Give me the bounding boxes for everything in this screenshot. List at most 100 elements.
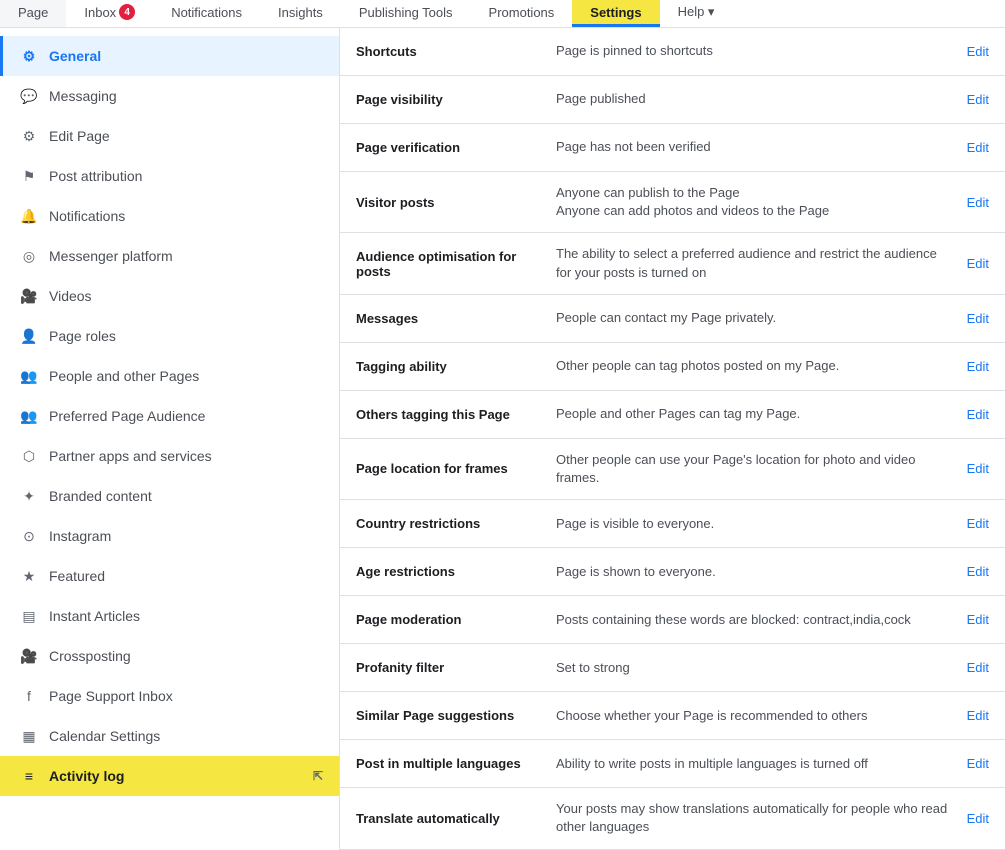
nav-page[interactable]: Page (0, 0, 66, 27)
settings-value-country-restrictions: Page is visible to everyone. (556, 515, 951, 533)
settings-row-translate-automatically: Translate automatically Your posts may s… (340, 788, 1005, 849)
settings-edit-visitor-posts[interactable]: Edit (951, 195, 989, 210)
settings-label-translate-automatically: Translate automatically (356, 811, 556, 826)
sidebar-label-page-support-inbox: Page Support Inbox (49, 688, 173, 704)
sidebar-icon-page-roles: 👤 (19, 326, 39, 346)
settings-label-similar-page-suggestions: Similar Page suggestions (356, 708, 556, 723)
sidebar-item-messaging[interactable]: 💬 Messaging (0, 76, 339, 116)
settings-row-page-visibility: Page visibility Page published Edit (340, 76, 1005, 124)
nav-publishing-tools[interactable]: Publishing Tools (341, 0, 471, 27)
sidebar-item-notifications[interactable]: 🔔 Notifications (0, 196, 339, 236)
nav-inbox[interactable]: Inbox 4 (66, 0, 153, 27)
sidebar-icon-post-attribution: ⚑ (19, 166, 39, 186)
settings-label-page-moderation: Page moderation (356, 612, 556, 627)
sidebar-item-instant-articles[interactable]: ▤ Instant Articles (0, 596, 339, 636)
settings-label-page-verification: Page verification (356, 140, 556, 155)
nav-promotions[interactable]: Promotions (471, 0, 573, 27)
sidebar-label-general: General (49, 48, 101, 64)
settings-edit-page-location-frames[interactable]: Edit (951, 461, 989, 476)
sidebar-item-page-support-inbox[interactable]: f Page Support Inbox (0, 676, 339, 716)
sidebar-icon-calendar-settings: ▦ (19, 726, 39, 746)
sidebar-item-crossposting[interactable]: 🎥 Crossposting (0, 636, 339, 676)
sidebar-item-page-roles[interactable]: 👤 Page roles (0, 316, 339, 356)
sidebar-item-activity-log[interactable]: ≡ Activity log ⇱ (0, 756, 339, 796)
sidebar-item-calendar-settings[interactable]: ▦ Calendar Settings (0, 716, 339, 756)
settings-label-page-visibility: Page visibility (356, 92, 556, 107)
settings-row-page-verification: Page verification Page has not been veri… (340, 124, 1005, 172)
sidebar-icon-page-support-inbox: f (19, 686, 39, 706)
settings-label-others-tagging: Others tagging this Page (356, 407, 556, 422)
sidebar-item-edit-page[interactable]: ⚙ Edit Page (0, 116, 339, 156)
sidebar-item-people-other-pages[interactable]: 👥 People and other Pages (0, 356, 339, 396)
sidebar-item-branded-content[interactable]: ✦ Branded content (0, 476, 339, 516)
settings-edit-similar-page-suggestions[interactable]: Edit (951, 708, 989, 723)
sidebar-item-partner-apps[interactable]: ⬡ Partner apps and services (0, 436, 339, 476)
nav-settings[interactable]: Settings (572, 0, 659, 27)
settings-content: Shortcuts Page is pinned to shortcuts Ed… (340, 28, 1005, 850)
settings-label-messages: Messages (356, 311, 556, 326)
settings-edit-post-multiple-languages[interactable]: Edit (951, 756, 989, 771)
sidebar-label-instagram: Instagram (49, 528, 111, 544)
sidebar-icon-general: ⚙ (19, 46, 39, 66)
sidebar-item-instagram[interactable]: ⊙ Instagram (0, 516, 339, 556)
sidebar-item-messenger-platform[interactable]: ◎ Messenger platform (0, 236, 339, 276)
settings-value-visitor-posts: Anyone can publish to the PageAnyone can… (556, 184, 951, 220)
settings-row-similar-page-suggestions: Similar Page suggestions Choose whether … (340, 692, 1005, 740)
settings-label-post-multiple-languages: Post in multiple languages (356, 756, 556, 771)
main-container: ⚙ General 💬 Messaging ⚙ Edit Page ⚑ Post… (0, 28, 1005, 850)
inbox-badge: 4 (119, 4, 135, 20)
sidebar-icon-messaging: 💬 (19, 86, 39, 106)
settings-label-audience-optimisation: Audience optimisation for posts (356, 249, 556, 279)
sidebar-icon-notifications: 🔔 (19, 206, 39, 226)
expand-icon: ⇱ (313, 769, 323, 783)
settings-edit-page-verification[interactable]: Edit (951, 140, 989, 155)
settings-edit-page-visibility[interactable]: Edit (951, 92, 989, 107)
settings-edit-audience-optimisation[interactable]: Edit (951, 256, 989, 271)
sidebar-item-post-attribution[interactable]: ⚑ Post attribution (0, 156, 339, 196)
activity-log-label: Activity log (49, 768, 124, 784)
sidebar-label-people-other-pages: People and other Pages (49, 368, 199, 384)
settings-value-post-multiple-languages: Ability to write posts in multiple langu… (556, 755, 951, 773)
settings-edit-shortcuts[interactable]: Edit (951, 44, 989, 59)
settings-edit-others-tagging[interactable]: Edit (951, 407, 989, 422)
settings-edit-age-restrictions[interactable]: Edit (951, 564, 989, 579)
sidebar-icon-crossposting: 🎥 (19, 646, 39, 666)
nav-help[interactable]: Help ▾ (660, 0, 733, 27)
settings-edit-messages[interactable]: Edit (951, 311, 989, 326)
settings-edit-translate-automatically[interactable]: Edit (951, 811, 989, 826)
sidebar-icon-videos: 🎥 (19, 286, 39, 306)
nav-insights[interactable]: Insights (260, 0, 341, 27)
sidebar-label-notifications: Notifications (49, 208, 125, 224)
sidebar-icon-featured: ★ (19, 566, 39, 586)
settings-label-country-restrictions: Country restrictions (356, 516, 556, 531)
sidebar-item-general[interactable]: ⚙ General (0, 36, 339, 76)
settings-value-others-tagging: People and other Pages can tag my Page. (556, 405, 951, 423)
sidebar-label-branded-content: Branded content (49, 488, 152, 504)
sidebar-icon-instagram: ⊙ (19, 526, 39, 546)
sidebar-item-preferred-page-audience[interactable]: 👥 Preferred Page Audience (0, 396, 339, 436)
settings-label-page-location-frames: Page location for frames (356, 461, 556, 476)
sidebar-label-videos: Videos (49, 288, 92, 304)
sidebar-label-partner-apps: Partner apps and services (49, 448, 212, 464)
settings-edit-tagging-ability[interactable]: Edit (951, 359, 989, 374)
sidebar-label-crossposting: Crossposting (49, 648, 131, 664)
sidebar-label-page-roles: Page roles (49, 328, 116, 344)
settings-row-post-multiple-languages: Post in multiple languages Ability to wr… (340, 740, 1005, 788)
settings-edit-profanity-filter[interactable]: Edit (951, 660, 989, 675)
nav-notifications[interactable]: Notifications (153, 0, 260, 27)
sidebar-label-preferred-page-audience: Preferred Page Audience (49, 408, 205, 424)
sidebar-item-videos[interactable]: 🎥 Videos (0, 276, 339, 316)
sidebar-label-featured: Featured (49, 568, 105, 584)
settings-row-others-tagging: Others tagging this Page People and othe… (340, 391, 1005, 439)
settings-row-country-restrictions: Country restrictions Page is visible to … (340, 500, 1005, 548)
settings-label-tagging-ability: Tagging ability (356, 359, 556, 374)
settings-edit-country-restrictions[interactable]: Edit (951, 516, 989, 531)
settings-value-shortcuts: Page is pinned to shortcuts (556, 42, 951, 60)
settings-row-tagging-ability: Tagging ability Other people can tag pho… (340, 343, 1005, 391)
settings-value-profanity-filter: Set to strong (556, 659, 951, 677)
settings-edit-page-moderation[interactable]: Edit (951, 612, 989, 627)
sidebar-item-featured[interactable]: ★ Featured (0, 556, 339, 596)
sidebar-icon-people-other-pages: 👥 (19, 366, 39, 386)
sidebar-label-messenger-platform: Messenger platform (49, 248, 173, 264)
sidebar-label-post-attribution: Post attribution (49, 168, 142, 184)
